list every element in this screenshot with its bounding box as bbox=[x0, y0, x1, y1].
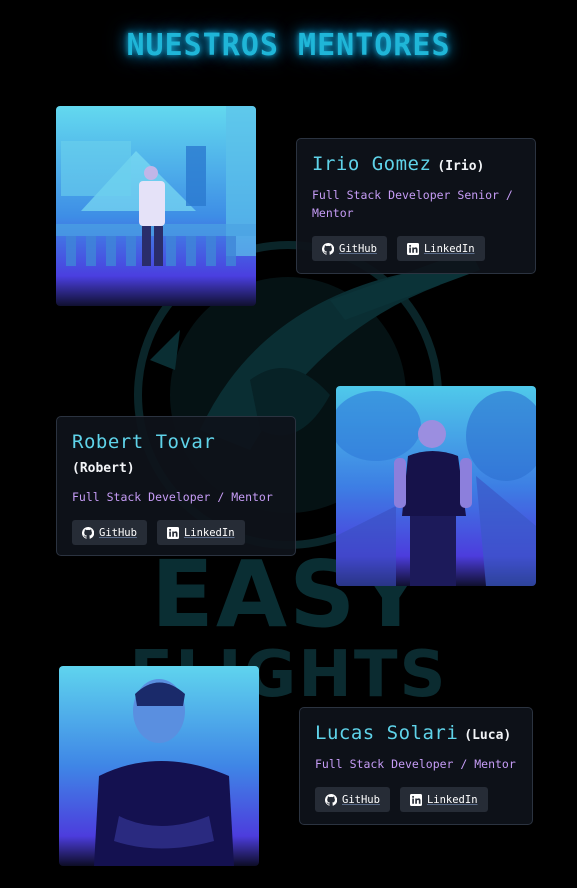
mentor-role: Full Stack Developer / Mentor bbox=[315, 757, 516, 771]
mentor-role: Full Stack Developer / Mentor bbox=[72, 490, 273, 504]
mentor-name: Lucas Solari bbox=[315, 722, 459, 744]
linkedin-button[interactable]: LinkedIn bbox=[396, 236, 485, 261]
linkedin-button[interactable]: LinkedIn bbox=[399, 787, 488, 812]
mentor-photo-robert bbox=[336, 386, 536, 586]
linkedin-button[interactable]: LinkedIn bbox=[156, 520, 245, 545]
linkedin-icon bbox=[409, 793, 422, 806]
mentor-nickname: (Luca) bbox=[464, 728, 512, 743]
linkedin-label: LinkedIn bbox=[423, 242, 475, 255]
github-label: GitHub bbox=[99, 526, 137, 539]
linkedin-icon bbox=[406, 242, 419, 255]
mentor-role: Full Stack Developer Senior / Mentor bbox=[312, 188, 513, 220]
github-label: GitHub bbox=[342, 793, 380, 806]
github-button[interactable]: GitHub bbox=[72, 520, 147, 545]
mentor-card-robert: Robert Tovar (Robert) Full Stack Develop… bbox=[56, 416, 296, 556]
mentor-nickname: (Robert) bbox=[72, 461, 135, 476]
mentor-name: Robert Tovar bbox=[72, 431, 216, 453]
mentor-photo-lucas bbox=[59, 666, 259, 866]
github-icon bbox=[325, 793, 337, 806]
linkedin-label: LinkedIn bbox=[183, 526, 235, 539]
mentor-card-irio: Irio Gomez (Irio) Full Stack Developer Se… bbox=[296, 138, 536, 274]
linkedin-icon bbox=[166, 526, 179, 539]
github-button[interactable]: GitHub bbox=[315, 787, 390, 812]
mentor-photo-irio bbox=[56, 106, 256, 306]
mentor-name: Irio Gomez bbox=[312, 153, 432, 175]
mentor-card-lucas: Lucas Solari (Luca) Full Stack Developer … bbox=[299, 707, 533, 825]
linkedin-label: LinkedIn bbox=[426, 793, 478, 806]
github-icon bbox=[82, 526, 94, 539]
github-icon bbox=[322, 242, 334, 255]
github-label: GitHub bbox=[339, 242, 377, 255]
page-title: NUESTROS MENTORES bbox=[126, 28, 451, 63]
mentor-nickname: (Irio) bbox=[437, 159, 485, 174]
github-button[interactable]: GitHub bbox=[312, 236, 387, 261]
